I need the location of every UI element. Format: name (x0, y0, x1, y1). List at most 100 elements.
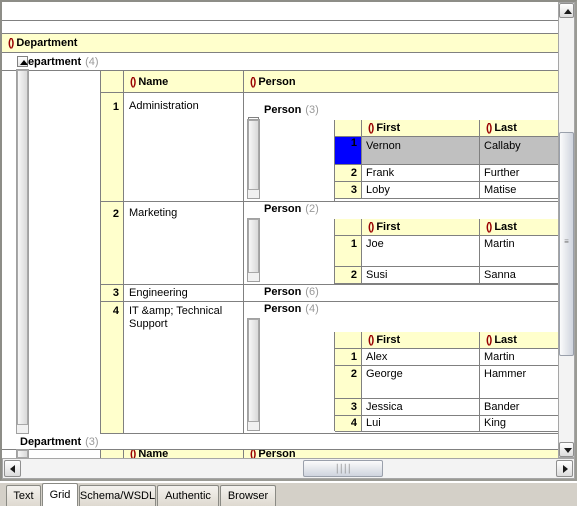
tab-schema-wsdl[interactable]: Schema/WSDL (79, 485, 156, 506)
angle-bracket-icon: () (8, 37, 14, 49)
column-header-2-person[interactable]: () Person (244, 450, 558, 458)
person-group-scrollbar-thumb[interactable] (248, 319, 259, 422)
scroll-left-button[interactable] (4, 460, 21, 477)
person-last-cell[interactable]: Bander (480, 399, 558, 416)
person-group-count: (6) (305, 286, 319, 298)
person-row-number-cell[interactable]: 4 (335, 416, 362, 432)
column-header-name[interactable]: () Name (124, 71, 244, 93)
person-row-number-cell[interactable]: 3 (335, 399, 362, 416)
tab-text[interactable]: Text (6, 485, 41, 506)
row-number-cell[interactable]: 2 (101, 202, 124, 285)
department-group-scrollbar-thumb[interactable] (17, 70, 28, 425)
person-group-scrollbar-thumb[interactable] (248, 120, 259, 190)
tab-authentic-label: Authentic (165, 490, 211, 502)
person-group-label: Person (264, 286, 302, 298)
person-group-scrollbar[interactable] (247, 218, 260, 282)
inner-column-header-first[interactable]: () First (362, 219, 480, 236)
column-header-rownum (101, 71, 124, 93)
column-header-2-name[interactable]: () Name (124, 450, 244, 458)
department-group-scrollbar[interactable] (16, 69, 29, 434)
inner-column-header-last[interactable]: () Last (480, 120, 558, 137)
inner-column-header-first-label: First (376, 221, 401, 233)
column-header-2-rownum (101, 450, 124, 458)
blank-row-2 (2, 21, 558, 34)
tab-authentic[interactable]: Authentic (157, 485, 219, 506)
person-group-header: Person (6) (264, 286, 319, 298)
inner-column-header-last-label: Last (494, 122, 517, 134)
person-first-cell[interactable]: Vernon (362, 137, 480, 165)
person-row-number-cell[interactable]: 1 (335, 236, 362, 267)
department-name-cell[interactable]: Engineering (124, 285, 244, 302)
person-last-cell[interactable]: Martin (480, 236, 558, 267)
department-group-2-scrollbar-thumb[interactable] (17, 450, 28, 458)
person-row-number-cell[interactable]: 2 (335, 366, 362, 399)
grid-canvas[interactable]: () Department Department (4) () Name () … (2, 2, 558, 458)
angle-bracket-icon: () (130, 450, 136, 458)
department-group-2-scrollbar[interactable] (16, 449, 29, 458)
person-first-cell[interactable]: Frank (362, 165, 480, 182)
department-name-cell[interactable]: Marketing (124, 202, 244, 285)
angle-bracket-icon: () (368, 122, 374, 134)
row-number-cell[interactable]: 3 (101, 285, 124, 302)
inner-column-header-first-label: First (376, 334, 401, 346)
column-header-person[interactable]: () Person (244, 71, 558, 93)
department-group-label: Department (20, 55, 82, 68)
person-first-cell[interactable]: Loby (362, 182, 480, 199)
person-first-cell[interactable]: Jessica (362, 399, 480, 416)
department-group-count: (4) (85, 55, 99, 68)
person-last-cell[interactable]: Callaby (480, 137, 558, 165)
person-group-scrollbar-thumb[interactable] (248, 219, 259, 273)
department-group-expander[interactable] (17, 56, 28, 67)
xml-grid-application: () Department Department (4) () Name () … (0, 0, 577, 506)
row-number-cell[interactable]: 1 (101, 93, 124, 202)
person-last-cell[interactable]: Further (480, 165, 558, 182)
person-row-number-cell[interactable]: 2 (335, 267, 362, 284)
scroll-up-button[interactable] (559, 3, 574, 18)
person-last-cell[interactable]: Matise (480, 182, 558, 199)
row-number-cell[interactable]: 4 (101, 302, 124, 434)
inner-column-header-first[interactable]: () First (362, 332, 480, 349)
horizontal-scrollbar[interactable]: ││││ (2, 458, 575, 479)
scrollbar-grip-icon: ≡ (564, 237, 569, 246)
person-first-cell[interactable]: Lui (362, 416, 480, 432)
column-header-person-label: Person (258, 75, 296, 88)
department-group-2-label: Department (20, 435, 82, 448)
angle-bracket-icon: () (486, 334, 492, 346)
inner-column-header-rownum (335, 219, 362, 236)
tab-browser[interactable]: Browser (220, 485, 276, 506)
person-last-cell[interactable]: Sanna (480, 267, 558, 284)
department-name-cell[interactable]: Administration (124, 93, 244, 202)
angle-bracket-icon: () (250, 450, 256, 458)
inner-column-header-last[interactable]: () Last (480, 219, 558, 236)
scroll-down-button[interactable] (559, 442, 574, 457)
person-row-number-cell[interactable]: 1 (335, 137, 362, 165)
scrollbar-grip-icon: ││││ (335, 464, 352, 473)
person-first-cell[interactable]: Alex (362, 349, 480, 366)
person-first-cell[interactable]: Joe (362, 236, 480, 267)
horizontal-scrollbar-thumb[interactable]: ││││ (303, 460, 383, 477)
person-group-label: Person (264, 203, 302, 215)
vertical-scrollbar-thumb[interactable]: ≡ (559, 132, 574, 356)
person-last-cell[interactable]: Hammer (480, 366, 558, 399)
scroll-right-button[interactable] (556, 460, 573, 477)
column-header-2-person-label: Person (258, 450, 296, 458)
person-row-number-cell[interactable]: 2 (335, 165, 362, 182)
person-group-scrollbar[interactable] (247, 119, 260, 199)
vertical-scrollbar[interactable]: ≡ (558, 2, 575, 458)
tab-grid[interactable]: Grid (42, 483, 78, 506)
inner-column-header-first[interactable]: () First (362, 120, 480, 137)
department-name-cell[interactable]: IT &amp; Technical Support (124, 302, 244, 434)
person-row-number-cell[interactable]: 1 (335, 349, 362, 366)
root-element-header-department[interactable]: () Department (2, 34, 558, 53)
department-group-row-2: Department (3) (2, 434, 558, 450)
person-last-cell[interactable]: King (480, 416, 558, 432)
person-last-cell[interactable]: Martin (480, 349, 558, 366)
person-first-cell[interactable]: George (362, 366, 480, 399)
person-group-scrollbar[interactable] (247, 318, 260, 431)
person-group-header: Person (4) (264, 303, 319, 315)
inner-column-header-last[interactable]: () Last (480, 332, 558, 349)
person-row-number-cell[interactable]: 3 (335, 182, 362, 199)
blank-row-1 (2, 2, 558, 21)
person-first-cell[interactable]: Susi (362, 267, 480, 284)
inner-column-header-rownum (335, 332, 362, 349)
